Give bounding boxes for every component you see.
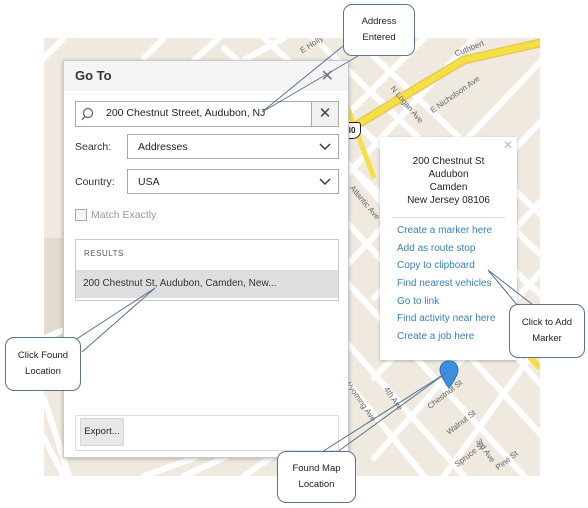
callout-text: Location	[298, 479, 335, 490]
callout-text: Entered	[362, 32, 396, 43]
callout-found-map: Found Map Location	[277, 451, 356, 503]
callout-text: Click to Add	[521, 317, 573, 328]
callout-text: Location	[25, 366, 61, 377]
callout-leaders	[71, 41, 534, 467]
callout-text: Found Map	[292, 463, 341, 474]
callout-text: Click Found	[17, 350, 69, 361]
callout-text: Marker	[532, 333, 562, 344]
callout-click-add: Click to Add Marker	[509, 304, 585, 358]
callout-click-found: Click Found Location	[5, 337, 81, 391]
callout-address-entered: Address Entered	[343, 4, 415, 56]
callout-text: Address	[361, 16, 397, 27]
